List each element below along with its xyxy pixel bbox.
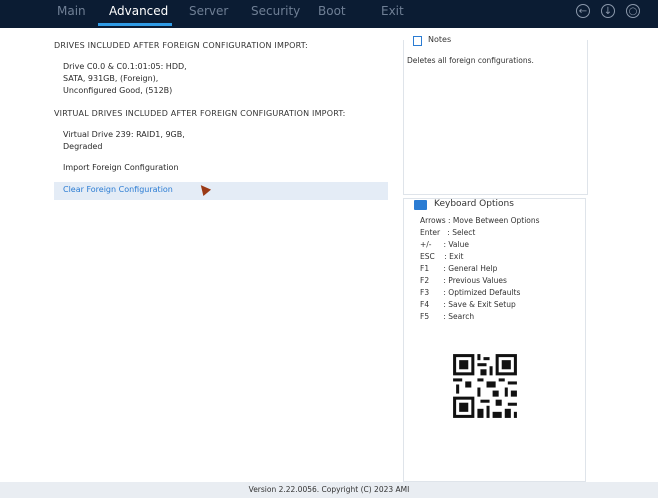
virtual-drives-section-header: VIRTUAL DRIVES INCLUDED AFTER FOREIGN CO…: [54, 109, 346, 118]
keyboard-options-title: Keyboard Options: [434, 199, 514, 209]
footer-bar: Version 2.22.0056. Copyright (C) 2023 AM…: [0, 482, 658, 498]
version-copyright-text: Version 2.22.0056. Copyright (C) 2023 AM…: [248, 485, 410, 494]
tab-boot[interactable]: Boot: [318, 4, 346, 18]
drive-info-line-2: SATA, 931GB, (Foreign),: [63, 74, 159, 83]
notes-icon: [413, 36, 422, 46]
keyboard-option-f5: F5 : Search: [420, 312, 475, 321]
keyboard-option-arrows: Arrows : Move Between Options: [420, 216, 540, 225]
keyboard-option-f1: F1 : General Help: [420, 264, 498, 273]
tab-advanced[interactable]: Advanced: [109, 4, 168, 18]
keyboard-option-f2: F2 : Previous Values: [420, 276, 507, 285]
keyboard-option-value: +/- : Value: [420, 240, 469, 249]
notes-text: Deletes all foreign configurations.: [407, 56, 534, 65]
keyboard-icon: [414, 200, 427, 210]
tab-main[interactable]: Main: [57, 4, 86, 18]
tab-exit[interactable]: Exit: [381, 4, 404, 18]
virtual-drive-info-line-2: Degraded: [63, 142, 103, 151]
options-panel: DRIVES INCLUDED AFTER FOREIGN CONFIGURAT…: [0, 28, 400, 482]
top-menu-bar: Main Advanced Server Security Boot Exit …: [0, 0, 658, 28]
drive-info-line-3: Unconfigured Good, (512B): [63, 86, 173, 95]
keyboard-option-esc: ESC : Exit: [420, 252, 464, 261]
drive-info-line-1: Drive C0.0 & C0.1:01:05: HDD,: [63, 62, 187, 71]
download-icon[interactable]: ↓: [601, 4, 615, 18]
import-foreign-config-option[interactable]: Import Foreign Configuration: [63, 162, 179, 173]
clear-foreign-config-label: Clear Foreign Configuration: [63, 185, 173, 194]
keyboard-option-enter: Enter : Select: [420, 228, 476, 237]
active-tab-indicator: [98, 23, 172, 26]
back-icon[interactable]: ←: [576, 4, 590, 18]
keyboard-option-f4: F4 : Save & Exit Setup: [420, 300, 516, 309]
clear-foreign-config-option[interactable]: Clear Foreign Configuration: [54, 182, 388, 200]
drives-section-header: DRIVES INCLUDED AFTER FOREIGN CONFIGURAT…: [54, 41, 308, 50]
virtual-drive-info-line-1: Virtual Drive 239: RAID1, 9GB,: [63, 130, 185, 139]
notes-title: Notes: [428, 35, 452, 44]
tab-server[interactable]: Server: [189, 4, 228, 18]
search-icon[interactable]: ○: [626, 4, 640, 18]
tab-security[interactable]: Security: [251, 4, 300, 18]
qr-code-icon: [447, 348, 523, 424]
keyboard-option-f3: F3 : Optimized Defaults: [420, 288, 521, 297]
